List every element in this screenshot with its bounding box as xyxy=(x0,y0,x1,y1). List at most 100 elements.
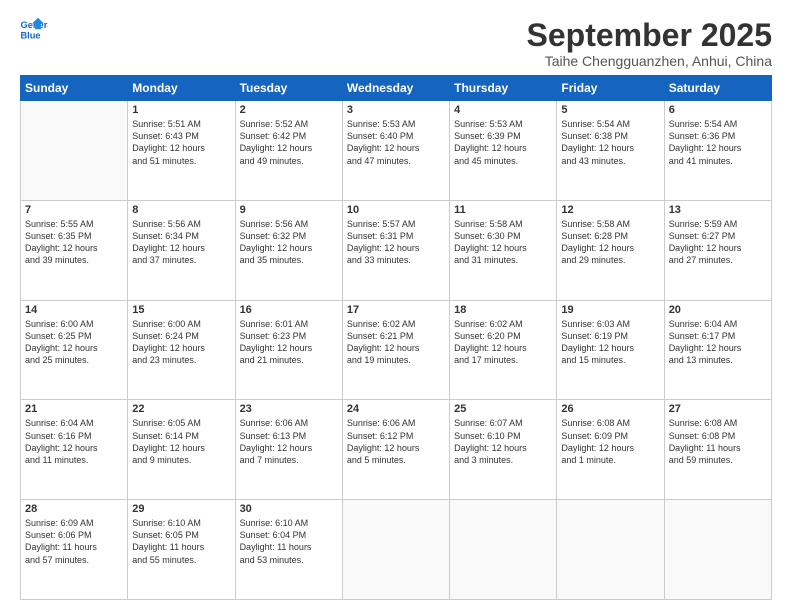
calendar-cell: 10 Sunrise: 5:57 AM Sunset: 6:31 PM Dayli… xyxy=(342,200,449,300)
cell-info: Sunrise: 6:10 AM Sunset: 6:04 PM Dayligh… xyxy=(240,517,338,566)
calendar-cell: 12 Sunrise: 5:58 AM Sunset: 6:28 PM Dayli… xyxy=(557,200,664,300)
day-number: 11 xyxy=(454,204,552,216)
calendar-week-row: 1 Sunrise: 5:51 AM Sunset: 6:43 PM Daylig… xyxy=(21,101,772,201)
day-number: 30 xyxy=(240,503,338,515)
cell-info: Sunrise: 5:55 AM Sunset: 6:35 PM Dayligh… xyxy=(25,218,123,267)
day-number: 8 xyxy=(132,204,230,216)
cell-info: Sunrise: 6:05 AM Sunset: 6:14 PM Dayligh… xyxy=(132,417,230,466)
day-number: 15 xyxy=(132,304,230,316)
cell-info: Sunrise: 6:08 AM Sunset: 6:08 PM Dayligh… xyxy=(669,417,767,466)
calendar-cell xyxy=(342,500,449,600)
day-number: 25 xyxy=(454,403,552,415)
calendar-header-saturday: Saturday xyxy=(664,76,771,101)
calendar-cell: 25 Sunrise: 6:07 AM Sunset: 6:10 PM Dayli… xyxy=(450,400,557,500)
calendar-table: SundayMondayTuesdayWednesdayThursdayFrid… xyxy=(20,75,772,600)
cell-info: Sunrise: 6:04 AM Sunset: 6:16 PM Dayligh… xyxy=(25,417,123,466)
calendar-cell: 23 Sunrise: 6:06 AM Sunset: 6:13 PM Dayli… xyxy=(235,400,342,500)
calendar-cell: 11Sunrise: 5:58 AM Sunset: 6:30 PM Dayli… xyxy=(450,200,557,300)
day-number: 18 xyxy=(454,304,552,316)
cell-info: Sunrise: 5:51 AM Sunset: 6:43 PM Dayligh… xyxy=(132,118,230,167)
calendar-cell: 4 Sunrise: 5:53 AM Sunset: 6:39 PM Daylig… xyxy=(450,101,557,201)
cell-info: Sunrise: 6:09 AM Sunset: 6:06 PM Dayligh… xyxy=(25,517,123,566)
calendar-cell: 30 Sunrise: 6:10 AM Sunset: 6:04 PM Dayli… xyxy=(235,500,342,600)
calendar-cell: 7 Sunrise: 5:55 AM Sunset: 6:35 PM Daylig… xyxy=(21,200,128,300)
cell-info: Sunrise: 6:04 AM Sunset: 6:17 PM Dayligh… xyxy=(669,318,767,367)
day-number: 1 xyxy=(132,104,230,116)
calendar-cell: 27 Sunrise: 6:08 AM Sunset: 6:08 PM Dayli… xyxy=(664,400,771,500)
cell-info: Sunrise: 5:57 AM Sunset: 6:31 PM Dayligh… xyxy=(347,218,445,267)
logo: General Blue xyxy=(20,18,48,40)
calendar-header-friday: Friday xyxy=(557,76,664,101)
calendar-header-wednesday: Wednesday xyxy=(342,76,449,101)
cell-info: Sunrise: 6:06 AM Sunset: 6:12 PM Dayligh… xyxy=(347,417,445,466)
calendar-cell: 22Sunrise: 6:05 AM Sunset: 6:14 PM Dayli… xyxy=(128,400,235,500)
svg-text:Blue: Blue xyxy=(20,30,40,40)
calendar-header-tuesday: Tuesday xyxy=(235,76,342,101)
day-number: 29 xyxy=(132,503,230,515)
cell-info: Sunrise: 6:10 AM Sunset: 6:05 PM Dayligh… xyxy=(132,517,230,566)
calendar-cell: 8 Sunrise: 5:56 AM Sunset: 6:34 PM Daylig… xyxy=(128,200,235,300)
calendar-header-row: SundayMondayTuesdayWednesdayThursdayFrid… xyxy=(21,76,772,101)
calendar-cell: 26Sunrise: 6:08 AM Sunset: 6:09 PM Dayli… xyxy=(557,400,664,500)
day-number: 3 xyxy=(347,104,445,116)
calendar-cell xyxy=(21,101,128,201)
day-number: 20 xyxy=(669,304,767,316)
cell-info: Sunrise: 6:00 AM Sunset: 6:24 PM Dayligh… xyxy=(132,318,230,367)
day-number: 9 xyxy=(240,204,338,216)
calendar-cell: 1 Sunrise: 5:51 AM Sunset: 6:43 PM Daylig… xyxy=(128,101,235,201)
day-number: 12 xyxy=(561,204,659,216)
calendar-cell: 29 Sunrise: 6:10 AM Sunset: 6:05 PM Dayli… xyxy=(128,500,235,600)
day-number: 21 xyxy=(25,403,123,415)
cell-info: Sunrise: 5:53 AM Sunset: 6:39 PM Dayligh… xyxy=(454,118,552,167)
cell-info: Sunrise: 6:00 AM Sunset: 6:25 PM Dayligh… xyxy=(25,318,123,367)
calendar-header-sunday: Sunday xyxy=(21,76,128,101)
day-number: 4 xyxy=(454,104,552,116)
calendar-week-row: 28 Sunrise: 6:09 AM Sunset: 6:06 PM Dayli… xyxy=(21,500,772,600)
cell-info: Sunrise: 6:06 AM Sunset: 6:13 PM Dayligh… xyxy=(240,417,338,466)
day-number: 14 xyxy=(25,304,123,316)
calendar-header-monday: Monday xyxy=(128,76,235,101)
calendar-cell: 13Sunrise: 5:59 AM Sunset: 6:27 PM Dayli… xyxy=(664,200,771,300)
cell-info: Sunrise: 5:53 AM Sunset: 6:40 PM Dayligh… xyxy=(347,118,445,167)
day-number: 28 xyxy=(25,503,123,515)
day-number: 17 xyxy=(347,304,445,316)
cell-info: Sunrise: 5:58 AM Sunset: 6:28 PM Dayligh… xyxy=(561,218,659,267)
cell-info: Sunrise: 5:56 AM Sunset: 6:32 PM Dayligh… xyxy=(240,218,338,267)
calendar-cell xyxy=(557,500,664,600)
cell-info: Sunrise: 5:59 AM Sunset: 6:27 PM Dayligh… xyxy=(669,218,767,267)
cell-info: Sunrise: 5:54 AM Sunset: 6:36 PM Dayligh… xyxy=(669,118,767,167)
day-number: 16 xyxy=(240,304,338,316)
calendar-cell: 21 Sunrise: 6:04 AM Sunset: 6:16 PM Dayli… xyxy=(21,400,128,500)
month-title: September 2025 xyxy=(527,18,772,53)
cell-info: Sunrise: 6:07 AM Sunset: 6:10 PM Dayligh… xyxy=(454,417,552,466)
day-number: 27 xyxy=(669,403,767,415)
location: Taihe Chengguanzhen, Anhui, China xyxy=(527,53,772,69)
calendar-cell: 14 Sunrise: 6:00 AM Sunset: 6:25 PM Dayli… xyxy=(21,300,128,400)
calendar-header-thursday: Thursday xyxy=(450,76,557,101)
calendar-cell: 2Sunrise: 5:52 AM Sunset: 6:42 PM Daylig… xyxy=(235,101,342,201)
header: General Blue September 2025 Taihe Chengg… xyxy=(20,18,772,69)
day-number: 10 xyxy=(347,204,445,216)
calendar-cell xyxy=(450,500,557,600)
calendar-week-row: 21 Sunrise: 6:04 AM Sunset: 6:16 PM Dayli… xyxy=(21,400,772,500)
calendar-cell: 17Sunrise: 6:02 AM Sunset: 6:21 PM Dayli… xyxy=(342,300,449,400)
cell-info: Sunrise: 5:54 AM Sunset: 6:38 PM Dayligh… xyxy=(561,118,659,167)
cell-info: Sunrise: 6:01 AM Sunset: 6:23 PM Dayligh… xyxy=(240,318,338,367)
calendar-cell: 28 Sunrise: 6:09 AM Sunset: 6:06 PM Dayli… xyxy=(21,500,128,600)
calendar-cell: 16 Sunrise: 6:01 AM Sunset: 6:23 PM Dayli… xyxy=(235,300,342,400)
day-number: 24 xyxy=(347,403,445,415)
cell-info: Sunrise: 6:02 AM Sunset: 6:20 PM Dayligh… xyxy=(454,318,552,367)
calendar-cell: 3 Sunrise: 5:53 AM Sunset: 6:40 PM Daylig… xyxy=(342,101,449,201)
calendar-week-row: 14 Sunrise: 6:00 AM Sunset: 6:25 PM Dayli… xyxy=(21,300,772,400)
page: General Blue September 2025 Taihe Chengg… xyxy=(0,0,792,612)
day-number: 6 xyxy=(669,104,767,116)
calendar-cell: 24 Sunrise: 6:06 AM Sunset: 6:12 PM Dayli… xyxy=(342,400,449,500)
calendar-cell: 20 Sunrise: 6:04 AM Sunset: 6:17 PM Dayli… xyxy=(664,300,771,400)
cell-info: Sunrise: 6:03 AM Sunset: 6:19 PM Dayligh… xyxy=(561,318,659,367)
cell-info: Sunrise: 5:56 AM Sunset: 6:34 PM Dayligh… xyxy=(132,218,230,267)
day-number: 23 xyxy=(240,403,338,415)
calendar-cell: 18 Sunrise: 6:02 AM Sunset: 6:20 PM Dayli… xyxy=(450,300,557,400)
calendar-cell: 9 Sunrise: 5:56 AM Sunset: 6:32 PM Daylig… xyxy=(235,200,342,300)
calendar-cell xyxy=(664,500,771,600)
day-number: 7 xyxy=(25,204,123,216)
